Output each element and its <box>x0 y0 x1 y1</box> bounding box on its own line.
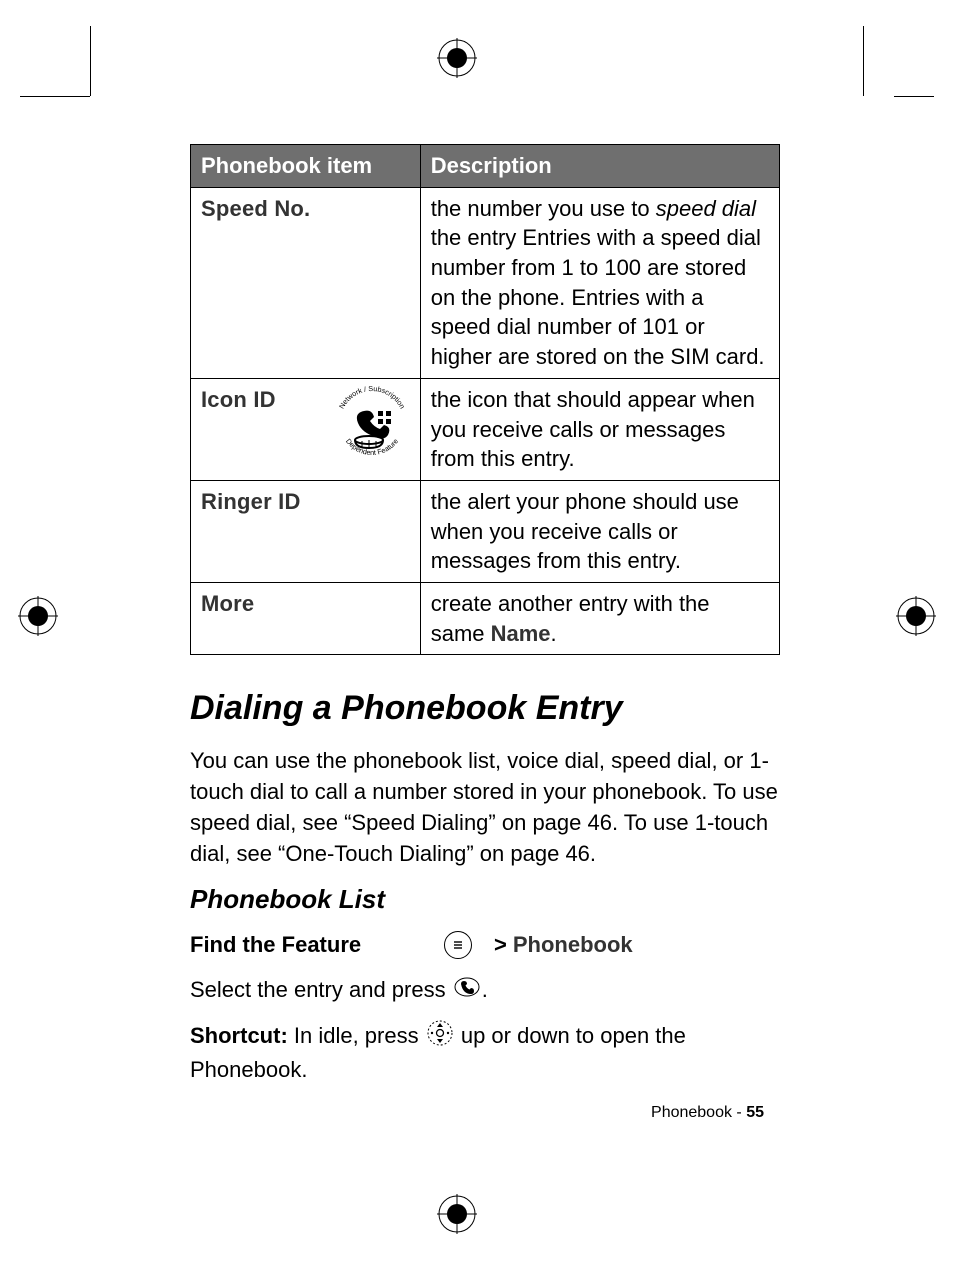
page-number: 55 <box>746 1104 764 1121</box>
send-key-icon <box>454 975 480 1006</box>
item-label: More <box>201 591 254 616</box>
desc-text: the number you use to <box>431 196 656 221</box>
text: . <box>482 977 488 1002</box>
desc-text: the alert your phone should use when you… <box>431 489 739 573</box>
table-row: Ringer ID the alert your phone should us… <box>191 480 780 582</box>
desc-italic: speed dial <box>656 196 756 221</box>
item-label: Ringer ID <box>201 489 301 514</box>
menu-path-item: Phonebook <box>513 932 633 958</box>
registration-mark-icon <box>437 1194 477 1234</box>
table-header-row: Phonebook item Description <box>191 145 780 188</box>
footer-section: Phonebook - <box>651 1104 746 1121</box>
section-heading: Dialing a Phonebook Entry <box>190 689 780 728</box>
item-cell: Speed No. <box>191 187 421 378</box>
network-dependent-feature-icon: Network / Subscription Dependent Feature <box>330 381 414 465</box>
description-cell: create another entry with the same Name. <box>420 582 779 654</box>
subsection-heading: Phonebook List <box>190 884 780 915</box>
crop-mark-icon <box>20 96 90 97</box>
col-header-description: Description <box>420 145 779 188</box>
page: Phonebook item Description Speed No. the… <box>0 0 954 1272</box>
desc-text: . <box>551 621 557 646</box>
description-cell: the alert your phone should use when you… <box>420 480 779 582</box>
shortcut-label: Shortcut: <box>190 1023 288 1048</box>
menu-key-icon <box>444 931 472 959</box>
svg-text:Network / Subscription: Network / Subscription <box>337 384 407 410</box>
table-row: Speed No. the number you use to speed di… <box>191 187 780 378</box>
text: Select the entry and press <box>190 977 452 1002</box>
item-cell: More <box>191 582 421 654</box>
item-cell: Icon ID Network / Subscription <box>191 378 421 480</box>
page-footer: Phonebook - 55 <box>651 1104 764 1122</box>
item-label: Icon ID <box>201 387 276 412</box>
find-the-feature-row: Find the Feature > Phonebook <box>190 931 780 959</box>
desc-text: create another entry with the same <box>431 591 710 646</box>
breadcrumb-separator: > <box>494 932 507 958</box>
shortcut-line: Shortcut: In idle, press up or down to o… <box>190 1020 780 1086</box>
text: In idle, press <box>288 1023 425 1048</box>
col-header-item: Phonebook item <box>191 145 421 188</box>
description-cell: the number you use to speed dial the ent… <box>420 187 779 378</box>
find-the-feature-label: Find the Feature <box>190 932 440 958</box>
crop-mark-icon <box>90 26 91 96</box>
desc-text: the icon that should appear when you rec… <box>431 387 755 471</box>
registration-mark-icon <box>896 596 936 636</box>
table-row: Icon ID Network / Subscription <box>191 378 780 480</box>
item-cell: Ringer ID <box>191 480 421 582</box>
desc-text: the entry Entries with a speed dial numb… <box>431 225 765 369</box>
item-label: Speed No. <box>201 196 310 221</box>
crop-mark-icon <box>863 26 864 96</box>
registration-mark-icon <box>437 38 477 78</box>
svg-text:Dependent Feature: Dependent Feature <box>344 437 400 457</box>
description-cell: the icon that should appear when you rec… <box>420 378 779 480</box>
desc-bold: Name <box>491 621 551 646</box>
table-row: More create another entry with the same … <box>191 582 780 654</box>
section-body: You can use the phonebook list, voice di… <box>190 746 780 869</box>
instruction-line: Select the entry and press . <box>190 975 780 1007</box>
page-content: Phonebook item Description Speed No. the… <box>190 144 780 1100</box>
crop-mark-icon <box>894 96 934 97</box>
registration-mark-icon <box>18 596 58 636</box>
phonebook-items-table: Phonebook item Description Speed No. the… <box>190 144 780 655</box>
nav-key-icon <box>427 1020 453 1055</box>
